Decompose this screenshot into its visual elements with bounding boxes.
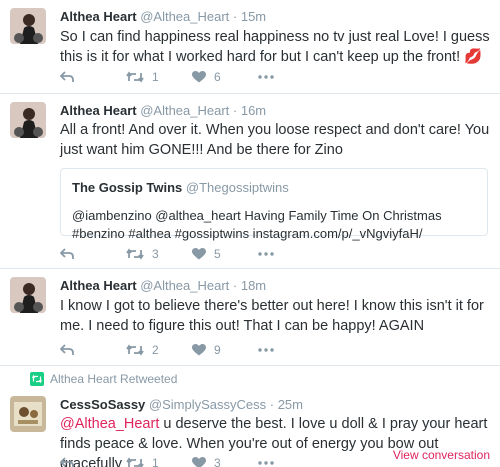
timestamp[interactable]: · 15m <box>233 9 266 24</box>
retweet-button[interactable]: 1 <box>126 70 192 84</box>
tweet-item[interactable]: Althea Heart @Althea_Heart · 15m So I ca… <box>0 0 500 94</box>
reply-icon <box>60 71 74 82</box>
more-icon <box>258 348 274 352</box>
tweet-feed: Althea Heart @Althea_Heart · 15m So I ca… <box>0 0 500 467</box>
tweet-item[interactable]: Althea Heart @Althea_Heart · 18m I know … <box>0 269 500 366</box>
author-name[interactable]: CessSoSassy <box>60 397 145 412</box>
like-icon <box>192 457 206 467</box>
retweet-icon <box>126 248 144 260</box>
tweet-header: Althea Heart @Althea_Heart · 18m <box>60 278 266 293</box>
quoted-author-name[interactable]: The Gossip Twins <box>72 180 182 195</box>
retweet-button[interactable]: 3 <box>126 247 192 261</box>
author-handle[interactable]: @Althea_Heart <box>140 103 229 118</box>
more-button[interactable] <box>258 252 274 256</box>
avatar[interactable] <box>10 102 46 138</box>
tweet-text: All a front! And over it. When you loose… <box>60 122 490 158</box>
tweet-text: I know I got to believe there's better o… <box>60 298 484 334</box>
like-count: 5 <box>214 247 221 261</box>
like-count: 9 <box>214 343 221 357</box>
avatar[interactable] <box>10 396 46 432</box>
timestamp[interactable]: · 18m <box>233 278 266 293</box>
tweet-item[interactable]: Althea Heart Retweeted CessSoSassy @Simp… <box>0 366 500 467</box>
more-button[interactable] <box>258 75 274 79</box>
like-button[interactable]: 6 <box>192 70 258 84</box>
tweet-item[interactable]: Althea Heart @Althea_Heart · 16m All a f… <box>0 94 500 269</box>
more-icon <box>258 252 274 256</box>
like-count: 6 <box>214 70 221 84</box>
retweet-count: 1 <box>152 456 159 467</box>
author-name[interactable]: Althea Heart <box>60 278 137 293</box>
tweet-header: Althea Heart @Althea_Heart · 15m <box>60 9 266 24</box>
tweet-text: So I can find happiness real happiness n… <box>60 29 490 65</box>
reply-icon <box>60 344 74 355</box>
reply-button[interactable] <box>60 344 126 356</box>
retweet-count: 1 <box>152 70 159 84</box>
like-count: 3 <box>214 456 221 467</box>
retweet-count: 3 <box>152 247 159 261</box>
like-icon <box>192 71 206 83</box>
author-name[interactable]: Althea Heart <box>60 103 137 118</box>
more-button[interactable] <box>258 348 274 352</box>
reply-button[interactable] <box>60 457 126 467</box>
tweet-actions: 1 6 <box>60 68 274 86</box>
reply-button[interactable] <box>60 248 126 260</box>
timestamp[interactable]: · 25m <box>270 397 303 412</box>
more-icon <box>258 75 274 79</box>
mention-link[interactable]: @Althea_Heart <box>60 416 159 432</box>
avatar[interactable] <box>10 8 46 44</box>
more-button[interactable] <box>258 461 274 465</box>
quoted-tweet-header: The Gossip Twins @Thegossiptwins <box>72 180 289 195</box>
quoted-author-handle[interactable]: @Thegossiptwins <box>186 180 289 195</box>
author-handle[interactable]: @Althea_Heart <box>140 278 229 293</box>
like-button[interactable]: 9 <box>192 343 258 357</box>
retweet-icon <box>126 344 144 356</box>
retweet-button[interactable]: 2 <box>126 343 192 357</box>
retweeted-notice[interactable]: Althea Heart Retweeted <box>30 372 177 386</box>
quoted-tweet[interactable]: The Gossip Twins @Thegossiptwins @iamben… <box>60 168 488 241</box>
retweeted-label: Althea Heart Retweeted <box>50 372 178 386</box>
reply-button[interactable] <box>60 71 126 83</box>
like-icon <box>192 344 206 356</box>
like-button[interactable]: 5 <box>192 247 258 261</box>
reply-icon <box>60 248 74 259</box>
retweet-button[interactable]: 1 <box>126 456 192 467</box>
retweet-icon <box>126 71 144 83</box>
author-name[interactable]: Althea Heart <box>60 9 137 24</box>
author-handle[interactable]: @SimplySassyCess <box>149 397 266 412</box>
tweet-header: CessSoSassy @SimplySassyCess · 25m <box>60 397 303 412</box>
more-icon <box>258 461 274 465</box>
tweet-actions: 1 3 <box>60 454 274 467</box>
quoted-tweet-text: @iambenzino @althea_heart Having Family … <box>72 208 442 241</box>
author-handle[interactable]: @Althea_Heart <box>140 9 229 24</box>
tweet-actions: 2 9 <box>60 341 274 359</box>
view-conversation-link[interactable]: View conversation <box>393 448 490 462</box>
like-button[interactable]: 3 <box>192 456 258 467</box>
tweet-header: Althea Heart @Althea_Heart · 16m <box>60 103 266 118</box>
retweet-count: 2 <box>152 343 159 357</box>
avatar[interactable] <box>10 277 46 313</box>
reply-icon <box>60 457 74 467</box>
like-icon <box>192 248 206 260</box>
retweet-icon <box>126 457 144 467</box>
timestamp[interactable]: · 16m <box>233 103 266 118</box>
tweet-actions: 3 5 <box>60 245 274 263</box>
retweet-icon <box>30 372 44 386</box>
